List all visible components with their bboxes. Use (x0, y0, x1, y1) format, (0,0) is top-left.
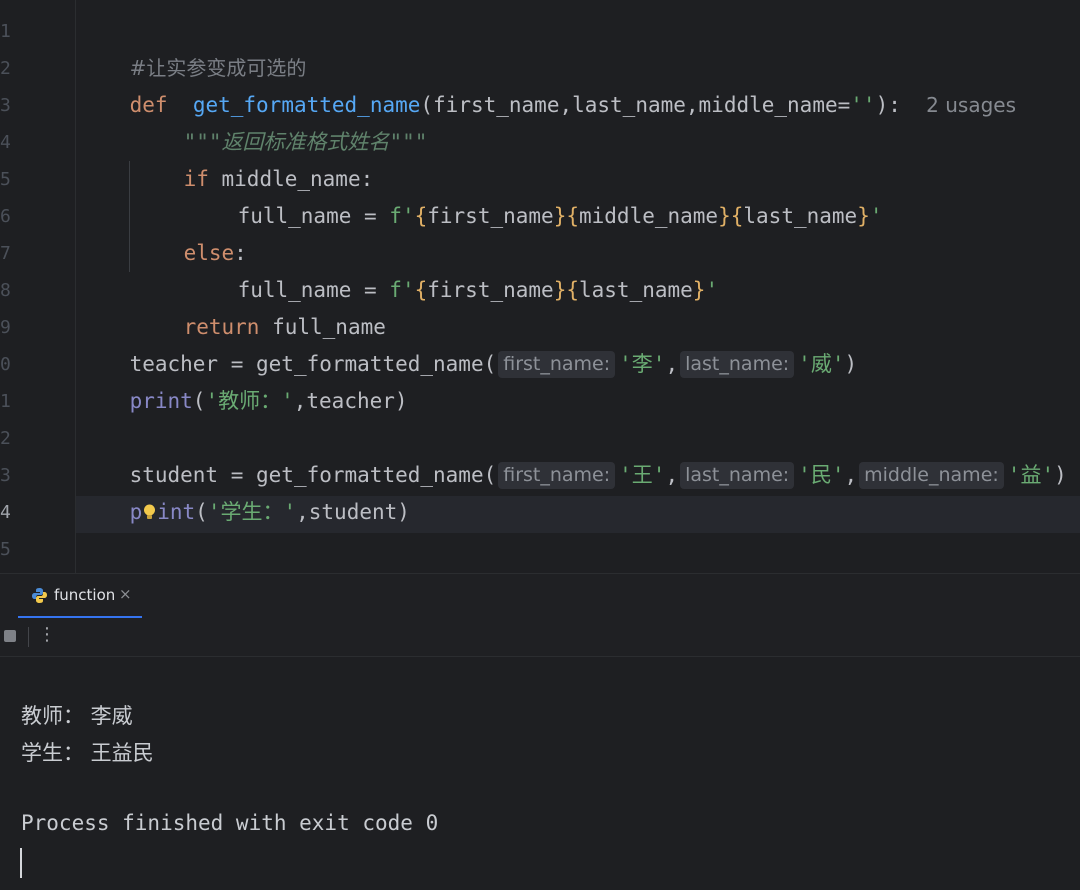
text-caret (20, 848, 22, 878)
code-line-9[interactable]: teacher = get_formatted_name(first_name:… (79, 309, 857, 378)
console-line: 教师： 李威 (21, 704, 133, 728)
print-args: ,student) (296, 500, 410, 524)
line-number: 4 (0, 132, 10, 153)
param-hint-first-name: first_name: (498, 351, 616, 378)
tab-label: function (54, 586, 116, 604)
fstring-open: f' (389, 204, 415, 228)
paren-close: ) (1054, 463, 1067, 487)
brace: { (566, 204, 579, 228)
code-line-13[interactable]: p int('学生：',student) (79, 457, 410, 524)
line-number: 3 (0, 465, 10, 486)
brace: } (718, 204, 731, 228)
fstring-open: f' (389, 278, 415, 302)
line-number: 7 (0, 243, 10, 264)
brace: } (553, 278, 567, 302)
line-number: 1 (0, 391, 10, 412)
var: middle_name (579, 204, 719, 228)
code-editor[interactable]: 1 2 3 4 5 6 7 8 9 0 1 2 3 4 5 #让实参变成可选的 … (0, 0, 1080, 573)
stop-icon[interactable] (4, 630, 16, 642)
paren-open: ( (195, 500, 208, 524)
paren-close: ) (844, 352, 858, 376)
var: first_name (427, 278, 554, 302)
toolbar-divider (28, 627, 29, 647)
line-number: 8 (0, 280, 10, 301)
line-number-gutter: 1 2 3 4 5 6 7 8 9 0 1 2 3 4 5 (0, 0, 76, 573)
code-line-1[interactable]: #让实参变成可选的 (79, 13, 307, 80)
param-hint-last-name: last_name: (680, 351, 795, 378)
brace: } (553, 204, 567, 228)
comma: , (665, 463, 679, 487)
brace: { (414, 278, 428, 302)
console-output[interactable]: 教师： 李威 学生： 王益民 Process finished with exi… (0, 657, 1080, 890)
code-line-2[interactable]: def get_formatted_name(first_name,last_n… (79, 50, 1016, 117)
more-options-icon[interactable]: ⋮ (38, 624, 56, 645)
var: last_name (579, 278, 693, 302)
def-end: ): (875, 93, 901, 117)
console-exit-line: Process finished with exit code 0 (21, 811, 439, 835)
line-number: 3 (0, 95, 10, 116)
brace: } (857, 204, 870, 228)
usages-hint[interactable]: 2 usages (926, 93, 1016, 117)
line-number: 5 (0, 539, 10, 560)
string-literal: '' (850, 93, 876, 117)
string-literal: '学生：' (207, 500, 297, 524)
code-line-5[interactable]: full_name = f'{first_name}{middle_name}{… (187, 161, 883, 228)
string-literal: '民' (798, 463, 845, 487)
line-number: 9 (0, 317, 10, 338)
brace: } (692, 278, 706, 302)
indent-guide (129, 235, 130, 272)
code-line-4[interactable]: if middle_name: (133, 124, 374, 191)
line-number: 2 (0, 58, 10, 79)
line-number: 0 (0, 354, 10, 375)
line-number: 5 (0, 169, 10, 190)
brace: { (566, 278, 579, 302)
builtin-print-start: p (129, 500, 143, 524)
line-number-current: 4 (0, 502, 10, 523)
line-number: 6 (0, 206, 10, 227)
python-icon (32, 588, 47, 603)
fstring-close: ' (869, 204, 883, 228)
code-line-12[interactable]: student = get_formatted_name(first_name:… (79, 420, 1067, 489)
builtin-print: print (129, 389, 193, 413)
line-number: 1 (0, 21, 10, 42)
line-number: 2 (0, 428, 10, 449)
string-literal: '李' (619, 352, 666, 376)
string-literal: '王' (619, 463, 666, 487)
code-line-8[interactable]: return full_name (133, 272, 386, 339)
params: (first_name,last_name,middle_name= (420, 93, 851, 117)
intention-bulb-icon[interactable] (142, 503, 157, 521)
code-line-10[interactable]: print('教师：',teacher) (79, 346, 408, 413)
assignment: full_name = (237, 204, 390, 228)
print-args: ,teacher) (293, 389, 408, 413)
string-literal: '益' (1007, 463, 1055, 487)
code-line-3[interactable]: """返回标准格式姓名""" (133, 87, 428, 154)
code-line-7[interactable]: full_name = f'{first_name}{last_name}' (187, 235, 719, 302)
param-hint-last-name: last_name: (680, 462, 795, 489)
paren-open: ( (192, 389, 206, 413)
brace: { (730, 204, 744, 228)
tab-run-function[interactable]: function × (18, 574, 142, 619)
string-literal: '威' (798, 352, 845, 376)
var: first_name (427, 204, 554, 228)
run-tool-window-tabs: function × (0, 573, 1080, 619)
brace: { (414, 204, 428, 228)
param-hint-middle-name: middle_name: (859, 462, 1004, 489)
comma: , (844, 463, 858, 487)
code-line-6[interactable]: else: (133, 198, 247, 265)
console-line: 学生： 王益民 (21, 741, 154, 765)
fstring-close: ' (705, 278, 719, 302)
param-hint-first-name: first_name: (498, 462, 616, 489)
indent-guide (129, 161, 130, 235)
comma: , (665, 352, 679, 376)
var: last_name (743, 204, 858, 228)
close-icon[interactable]: × (119, 585, 132, 603)
builtin-print-end: int (157, 500, 196, 524)
string-literal: '教师：' (205, 389, 294, 413)
run-toolbar: ⋮ (0, 618, 1080, 657)
